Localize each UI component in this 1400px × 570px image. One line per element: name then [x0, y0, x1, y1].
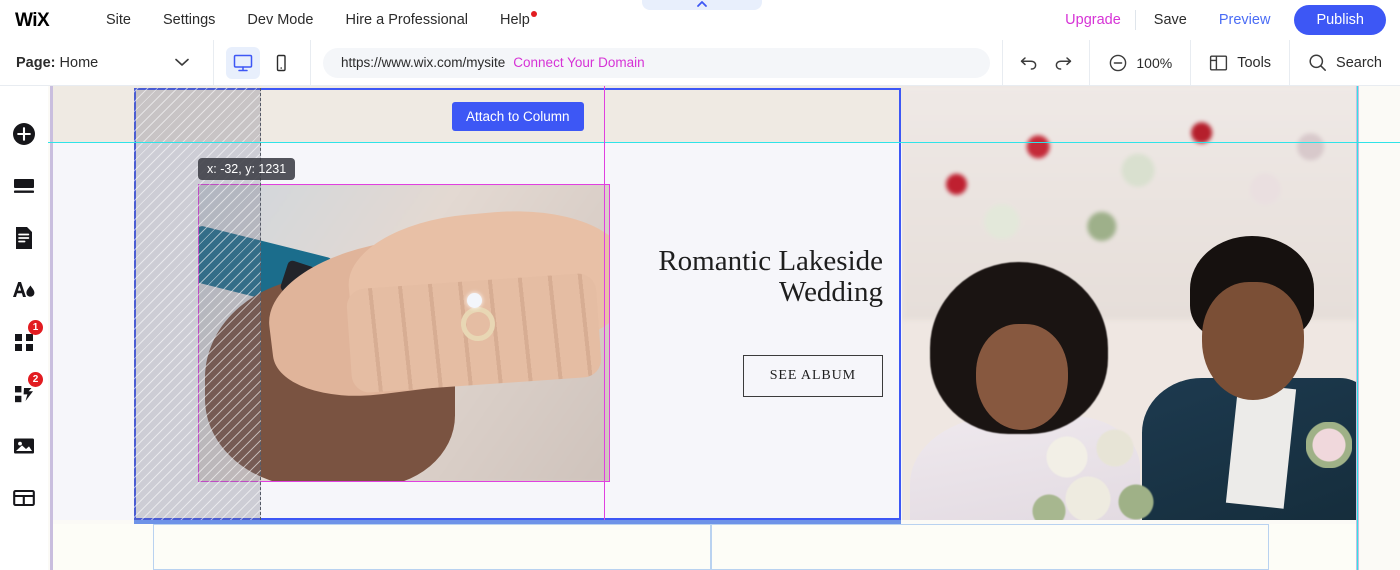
- page-prefix: Page:: [16, 54, 56, 71]
- attach-to-column-button[interactable]: Attach to Column: [452, 102, 584, 131]
- redo-icon: [1056, 56, 1072, 70]
- view-mode-switch: [214, 46, 310, 79]
- apps-market-badge: 1: [28, 320, 43, 335]
- menu-settings-label: Settings: [163, 11, 216, 28]
- ring-diamond: [467, 293, 482, 308]
- page-selector-label: Page: Home: [16, 55, 98, 71]
- tools-label: Tools: [1237, 54, 1272, 71]
- top-right-actions: Upgrade Save Preview Publish: [1051, 4, 1400, 35]
- menu-hire-label: Hire a Professional: [345, 11, 469, 28]
- sidebar-item-media-manager[interactable]: [4, 420, 44, 472]
- menu-site-label: Site: [106, 11, 131, 28]
- editor-canvas[interactable]: Romantic Lakeside Wedding SEE ALBUM Colu…: [48, 86, 1400, 570]
- lower-column-left[interactable]: [153, 524, 711, 570]
- groom-face: [1202, 282, 1304, 400]
- preview-button[interactable]: Preview: [1205, 12, 1285, 28]
- wedding-couple-photo[interactable]: [902, 86, 1356, 520]
- connect-domain-link[interactable]: Connect Your Domain: [513, 55, 644, 70]
- hero-section[interactable]: Romantic Lakeside Wedding SEE ALBUM: [53, 86, 1356, 520]
- sidebar-item-add-section[interactable]: [4, 160, 44, 212]
- desktop-view-button[interactable]: [226, 46, 260, 79]
- site-url-bar-wrapper: https://www.wix.com/mysite Connect Your …: [311, 47, 1002, 78]
- upgrade-button[interactable]: Upgrade: [1051, 12, 1135, 28]
- page-selector[interactable]: Page: Home: [0, 40, 213, 86]
- save-button[interactable]: Save: [1136, 12, 1205, 28]
- content-table-icon: [13, 489, 35, 507]
- site-url-bar[interactable]: https://www.wix.com/mysite Connect Your …: [323, 47, 991, 78]
- pages-icon: [16, 227, 32, 249]
- wedding-couple-image: [902, 86, 1356, 520]
- hero-title: Romantic Lakeside Wedding: [613, 245, 883, 309]
- sidebar-item-apps-market[interactable]: 1: [4, 316, 44, 368]
- editor-toolbar: Page: Home https://www.wix.com/mysite Co…: [0, 39, 1400, 86]
- see-album-button[interactable]: SEE ALBUM: [742, 354, 883, 397]
- zoom-level-value: 100%: [1136, 54, 1173, 71]
- tools-panel-icon: [1209, 54, 1228, 72]
- mobile-view-button[interactable]: [264, 47, 298, 79]
- cyan-alignment-guide-vertical: [1357, 86, 1358, 570]
- publish-button[interactable]: Publish: [1294, 4, 1386, 35]
- menu-hire-a-professional[interactable]: Hire a Professional: [330, 12, 485, 28]
- lower-column-right[interactable]: [711, 524, 1269, 570]
- lower-section[interactable]: [53, 524, 1356, 570]
- zoom-control[interactable]: 100%: [1090, 53, 1190, 73]
- sidebar-item-site-design[interactable]: [4, 264, 44, 316]
- menu-help-label: Help: [500, 11, 530, 28]
- wix-logo[interactable]: WiX: [14, 7, 66, 33]
- search-label: Search: [1336, 54, 1382, 71]
- undo-button[interactable]: [1019, 54, 1039, 72]
- menu-dev-mode[interactable]: Dev Mode: [231, 12, 329, 28]
- sidebar-item-pages-menu[interactable]: [4, 212, 44, 264]
- history-controls: [1003, 40, 1089, 86]
- add-section-icon: [14, 179, 34, 193]
- hero-title-line2: Wedding: [779, 276, 883, 309]
- mobile-icon: [276, 54, 286, 71]
- panel-collapse-handle[interactable]: [642, 0, 762, 10]
- my-business-badge: 2: [28, 372, 43, 387]
- search-icon: [1308, 53, 1327, 72]
- magenta-alignment-guide: [604, 86, 605, 520]
- search-button[interactable]: Search: [1290, 53, 1400, 72]
- desktop-icon: [233, 54, 253, 71]
- chevron-down-icon: [175, 54, 189, 72]
- left-sidebar: 1 2: [0, 86, 48, 570]
- site-url-text: https://www.wix.com/mysite: [341, 55, 506, 70]
- sidebar-item-content-manager[interactable]: [4, 472, 44, 524]
- bridal-bouquet: [1022, 412, 1172, 520]
- drag-edge-dashed-line: [260, 88, 261, 520]
- cyan-alignment-guide-horizontal: [48, 142, 1400, 143]
- design-theme-icon: [13, 282, 35, 297]
- add-plus-icon: [13, 123, 35, 145]
- redo-button[interactable]: [1053, 54, 1073, 72]
- coordinates-tooltip: x: -32, y: 1231: [198, 158, 296, 180]
- svg-text:WiX: WiX: [15, 10, 50, 31]
- menu-settings[interactable]: Settings: [147, 12, 231, 28]
- section-bottom-handle[interactable]: [134, 520, 901, 524]
- sidebar-item-my-business[interactable]: 2: [4, 368, 44, 420]
- chevron-up-icon: [697, 1, 707, 7]
- help-notification-dot-icon: [530, 10, 537, 17]
- menu-site[interactable]: Site: [90, 12, 147, 28]
- hero-title-line1: Romantic Lakeside: [658, 245, 883, 277]
- page-boundary-left: [50, 86, 53, 570]
- undo-icon: [1021, 56, 1037, 70]
- zoom-out-icon[interactable]: [1108, 53, 1128, 73]
- menu-dev-mode-label: Dev Mode: [247, 11, 314, 28]
- page-name: Home: [59, 54, 99, 71]
- media-image-icon: [14, 438, 34, 454]
- boutonniere: [1306, 422, 1352, 468]
- hero-text-block[interactable]: Romantic Lakeside Wedding SEE ALBUM: [613, 245, 883, 397]
- menu-help[interactable]: Help: [484, 10, 546, 28]
- sidebar-item-add-elements[interactable]: [4, 108, 44, 160]
- main-menu: Site Settings Dev Mode Hire a Profession…: [90, 10, 546, 28]
- wix-editor-window: WiX Site Settings Dev Mode Hire a Profes…: [0, 0, 1400, 570]
- tools-button[interactable]: Tools: [1191, 54, 1289, 72]
